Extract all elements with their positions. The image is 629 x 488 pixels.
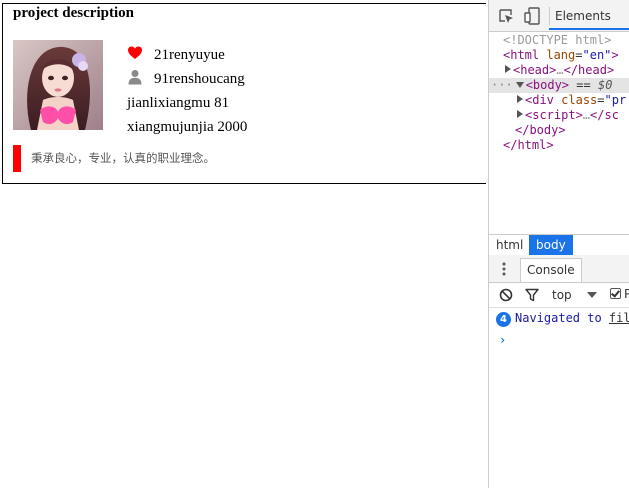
dom-node-script[interactable]: <script>…</sc	[517, 108, 619, 123]
head-tag: <head>	[513, 63, 557, 77]
head-close-tag: </head>	[563, 63, 615, 77]
html-tag: <html	[503, 48, 540, 62]
message-body: Navigated to	[515, 311, 609, 325]
dom-node-div[interactable]: <div class="pr	[517, 93, 626, 108]
body-ref: $0	[597, 78, 613, 92]
tab-elements[interactable]: Elements	[555, 0, 611, 30]
project-card: project description 21renyuyue 91renshou…	[2, 3, 486, 184]
message-link[interactable]: fil	[609, 311, 629, 325]
dom-node-head[interactable]: <head>…</head>	[505, 63, 614, 78]
collapse-triangle-icon[interactable]	[515, 82, 524, 88]
toolbar-divider	[549, 7, 550, 25]
drawer-tabbar: Console	[489, 255, 629, 283]
html-tag-end: >	[611, 48, 619, 62]
breadcrumb: html body	[489, 234, 629, 256]
message-count-badge: 4	[496, 312, 511, 327]
motto-accent-bar	[13, 145, 21, 172]
stat-price: xiangmujunjia 2000	[127, 119, 248, 135]
device-toolbar-icon[interactable]	[524, 7, 540, 25]
console-prompt-icon[interactable]: ›	[499, 333, 506, 347]
dom-node-html[interactable]: <html lang="en">	[503, 48, 619, 63]
breadcrumb-body[interactable]: body	[529, 235, 573, 255]
message-text: Navigated to fil	[515, 311, 629, 325]
stat-likes: 21renyuyue	[127, 44, 225, 66]
drawer-menu-icon[interactable]	[502, 262, 506, 276]
stat-projects: jianlixiangmu 81	[127, 95, 230, 111]
page-viewport: project description 21renyuyue 91renshou…	[0, 0, 488, 488]
stat-likes-text: 21renyuyue	[154, 47, 225, 63]
expand-triangle-icon[interactable]	[517, 95, 523, 103]
dom-node-html-close[interactable]: </html>	[503, 138, 554, 153]
html-attr: lang	[546, 48, 576, 62]
div-attr: class	[561, 93, 598, 107]
breadcrumb-html[interactable]: html	[489, 235, 530, 255]
motto-text: 秉承良心，专业，认真的职业理念。	[31, 151, 215, 165]
page-title: project description	[13, 5, 134, 21]
context-select[interactable]: top	[552, 287, 572, 303]
clear-console-icon[interactable]	[499, 288, 513, 302]
dom-node-body-selected[interactable]: ··· <body> == $0	[489, 78, 629, 93]
preserve-log-checkbox[interactable]	[610, 288, 621, 299]
stat-favorites-text: 91renshoucang	[154, 71, 245, 87]
script-close-tag: </sc	[590, 108, 619, 122]
body-eq: ==	[576, 78, 591, 92]
console-message: 4 Navigated to fil	[489, 309, 629, 331]
script-ellipsis: …	[582, 108, 591, 122]
html-attr-value: "en"	[582, 48, 612, 62]
filter-icon[interactable]	[525, 288, 539, 302]
div-attr-value: "pr	[604, 93, 627, 107]
tab-console[interactable]: Console	[520, 258, 582, 282]
expand-triangle-icon[interactable]	[517, 110, 523, 118]
dom-tree: <!DOCTYPE html> <html lang="en"> <head>……	[489, 31, 629, 234]
console-toolbar: top P	[489, 283, 629, 308]
stat-favorites: 91renshoucang	[127, 68, 245, 90]
devtools-toolbar: Elements	[489, 0, 629, 32]
head-ellipsis: …	[556, 63, 564, 77]
chevron-down-icon[interactable]	[587, 292, 597, 298]
more-dots-icon[interactable]: ···	[491, 78, 513, 92]
preserve-log-label: P	[624, 287, 629, 301]
expand-triangle-icon[interactable]	[505, 65, 511, 73]
inspect-element-icon[interactable]	[498, 8, 514, 24]
heart-icon	[128, 46, 142, 59]
active-tab-indicator	[549, 28, 629, 30]
avatar-photo	[13, 40, 103, 130]
div-tag: <div	[525, 93, 554, 107]
dom-node-body-close[interactable]: </body>	[515, 123, 566, 138]
dom-node-doctype[interactable]: <!DOCTYPE html>	[503, 33, 611, 48]
person-icon	[128, 70, 142, 85]
devtools-panel: Elements <!DOCTYPE html> <html lang="en"…	[488, 0, 629, 488]
avatar	[13, 40, 103, 130]
body-tag: <body>	[525, 78, 570, 92]
script-tag: <script>	[525, 108, 583, 122]
